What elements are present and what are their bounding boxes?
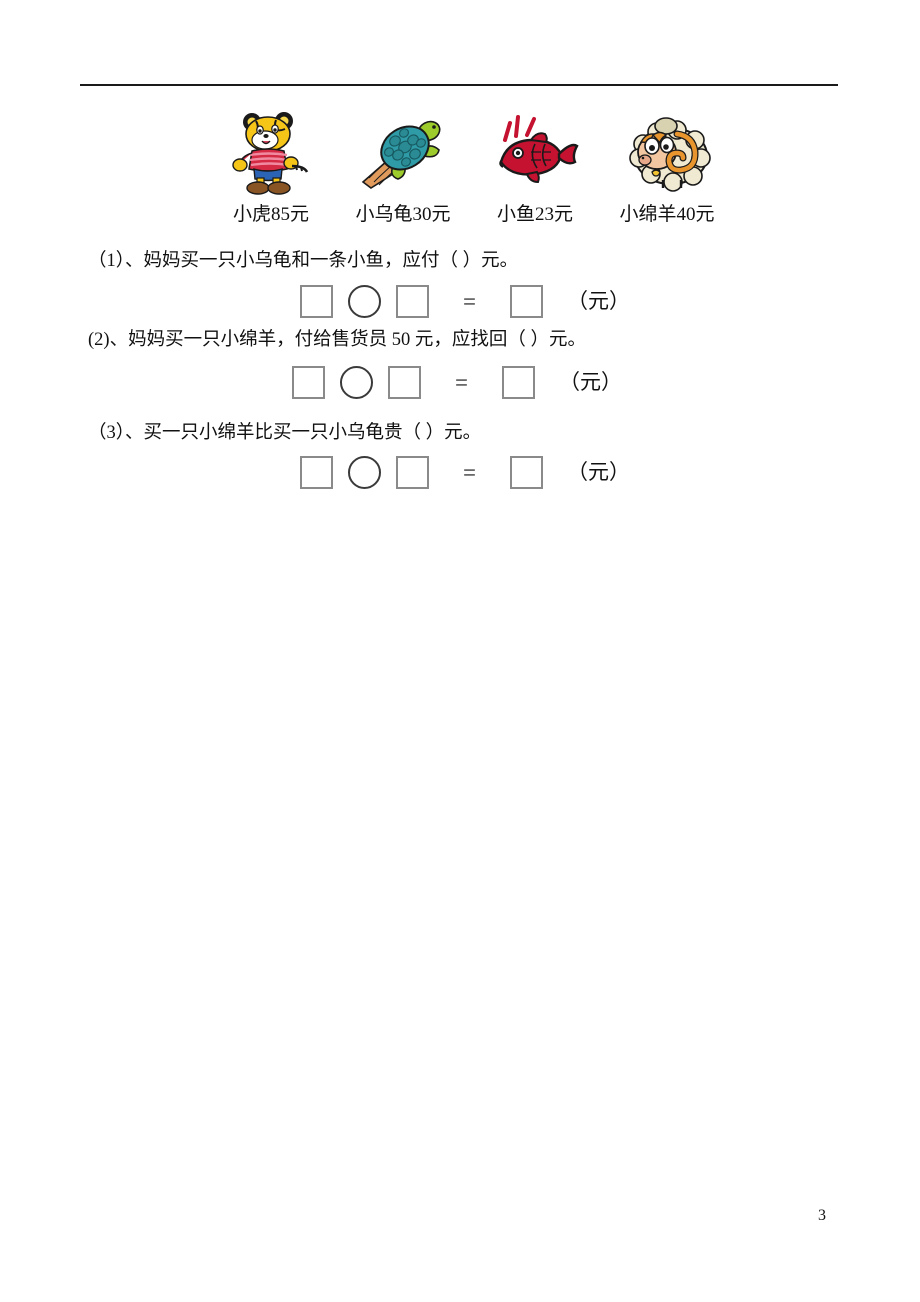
q3-result-box[interactable] [509, 455, 543, 489]
price-item-sheep: 小绵羊40元 [601, 110, 733, 224]
q2-operator-circle[interactable] [340, 365, 373, 399]
turtle-cartoon-icon [348, 110, 458, 196]
q1-operand2-box[interactable] [396, 284, 429, 318]
question-2-answer-row: = （元） [292, 362, 622, 402]
q1-result-box[interactable] [509, 284, 543, 318]
question-1-text: （1）、妈妈买一只小乌龟和一条小鱼，应付（ ）元。 [88, 251, 519, 271]
price-list: 小虎85元 小乌龟30元 小鱼23元 小绵羊40元 [205, 110, 735, 224]
q2-equals-sign: = [455, 369, 468, 395]
price-item-caption-fish: 小鱼23元 [496, 204, 573, 225]
sheep-cartoon-icon [612, 110, 722, 196]
q1-operator-circle[interactable] [348, 284, 381, 318]
question-3-answer-row: = （元） [300, 452, 630, 492]
q2-unit-label: （元） [558, 369, 622, 394]
price-item-caption-turtle: 小乌龟30元 [355, 204, 451, 225]
q3-unit-label: （元） [566, 459, 630, 484]
price-item-caption-tiger: 小虎85元 [232, 204, 309, 225]
q3-operator-circle[interactable] [348, 455, 381, 489]
q3-equals-sign: = [463, 459, 476, 485]
q1-unit-label: （元） [566, 288, 630, 313]
page-number: 3 [818, 1207, 826, 1224]
q1-equals-sign: = [463, 288, 476, 314]
tiger-cartoon-icon [216, 110, 326, 196]
question-3-text: （3）、买一只小绵羊比买一只小乌龟贵（ ）元。 [88, 423, 482, 443]
price-item-turtle: 小乌龟30元 [337, 110, 469, 224]
price-item-fish: 小鱼23元 [469, 110, 601, 224]
q2-operand2-box[interactable] [388, 365, 421, 399]
price-item-tiger: 小虎85元 [205, 110, 337, 224]
page-header-rule [80, 84, 838, 86]
q3-operand2-box[interactable] [396, 455, 429, 489]
question-2-text: (2)、妈妈买一只小绵羊，付给售货员 50 元，应找回（ ）元。 [88, 330, 586, 350]
question-1-answer-row: = （元） [300, 281, 630, 321]
fish-cartoon-icon [480, 110, 590, 196]
q1-operand1-box[interactable] [300, 284, 333, 318]
price-item-caption-sheep: 小绵羊40元 [619, 204, 715, 225]
q2-result-box[interactable] [501, 365, 535, 399]
q2-operand1-box[interactable] [292, 365, 325, 399]
q3-operand1-box[interactable] [300, 455, 333, 489]
